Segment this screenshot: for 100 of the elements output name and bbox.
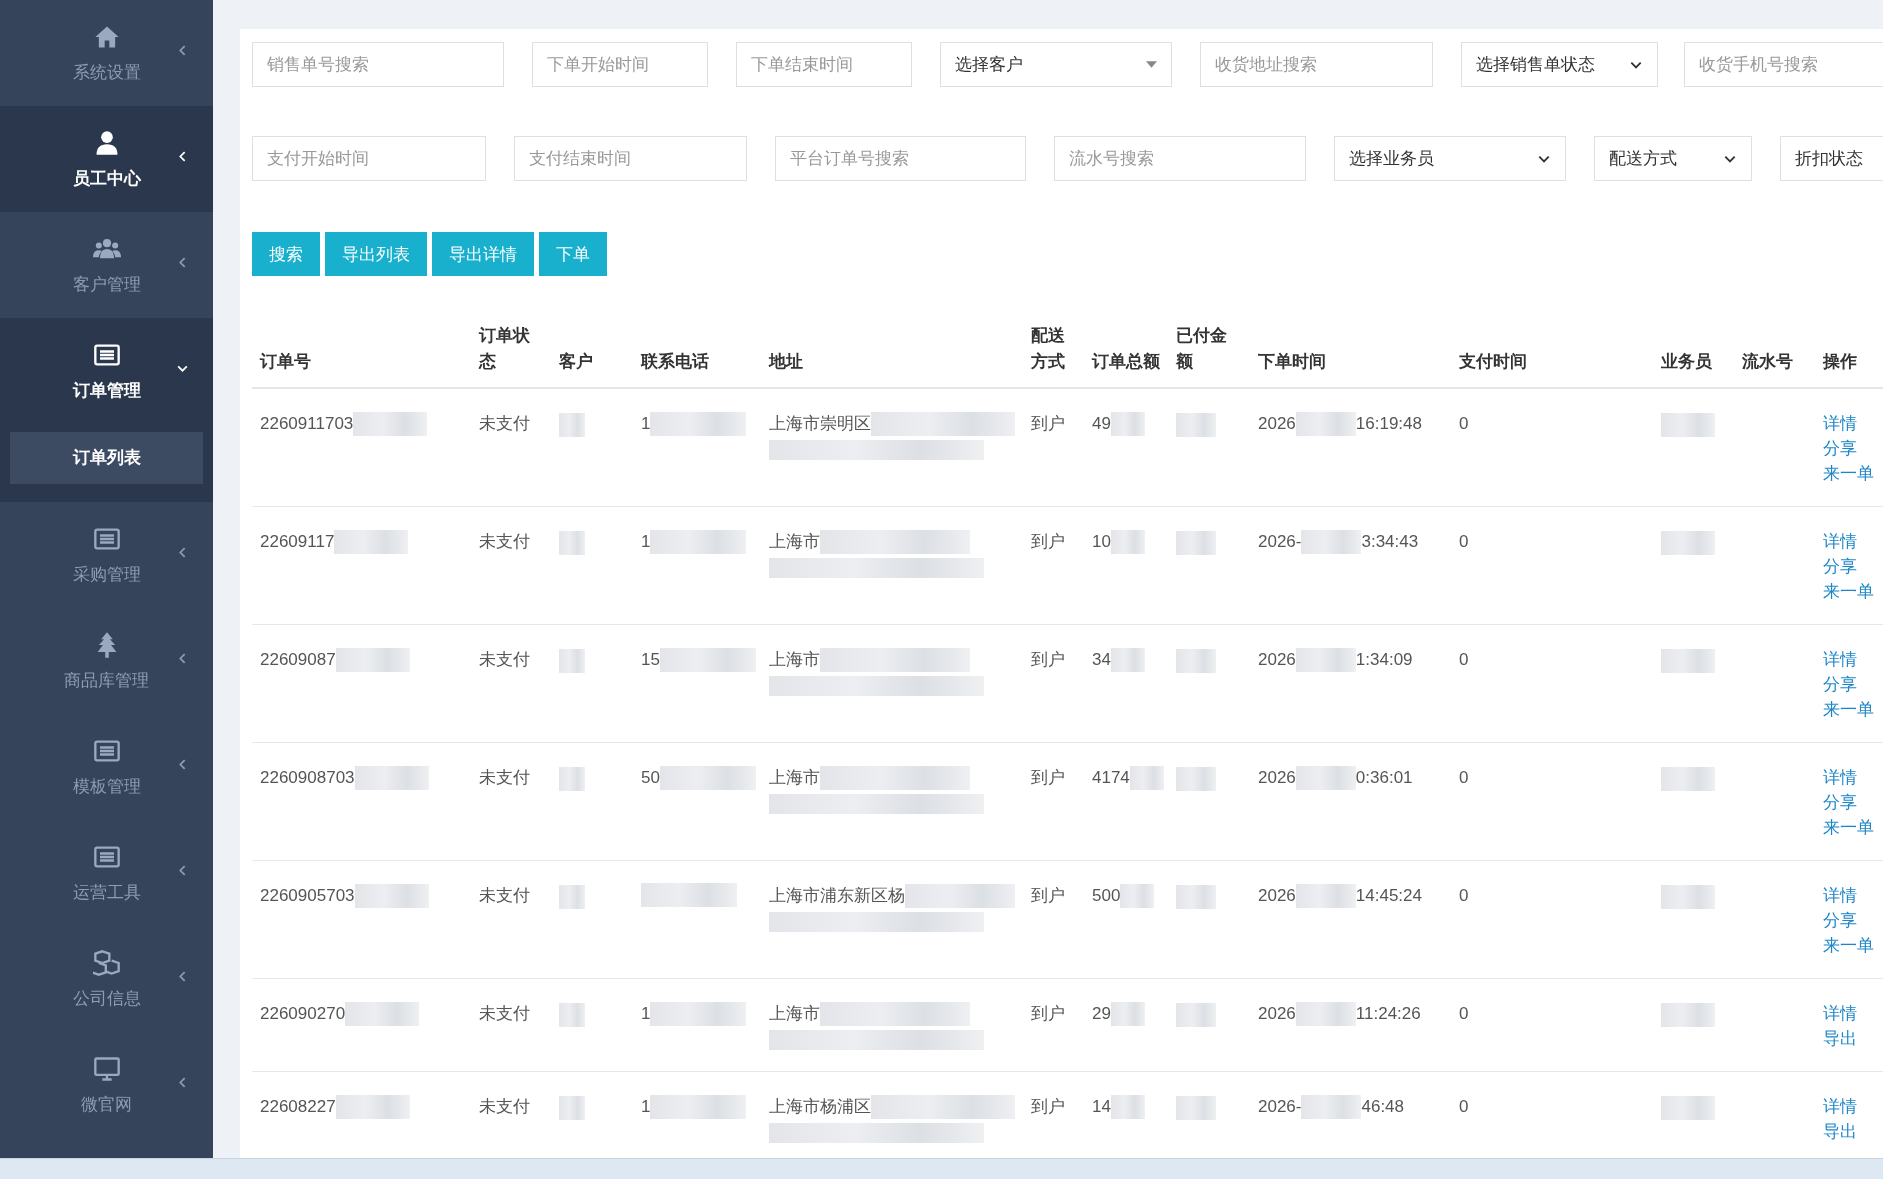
search-field[interactable]: 下单结束时间 xyxy=(736,42,912,87)
redacted-block xyxy=(1129,765,1164,790)
redacted-block xyxy=(1661,1095,1715,1120)
column-header: 配送方式 xyxy=(1031,326,1065,371)
action-button[interactable]: 搜索 xyxy=(252,232,320,276)
redacted-block xyxy=(559,412,585,437)
redacted-block xyxy=(559,648,585,673)
redacted-block xyxy=(1295,647,1356,672)
table-cell: 未支付 xyxy=(479,650,530,669)
action-link[interactable]: 分享 xyxy=(1823,790,1883,815)
table-cell-text: 2026 xyxy=(1258,767,1296,789)
sidebar-item[interactable]: 订单管理 xyxy=(0,318,213,424)
action-link[interactable]: 来一单 xyxy=(1823,697,1883,722)
action-link[interactable]: 详情 xyxy=(1823,1001,1883,1026)
search-field[interactable]: 下单开始时间 xyxy=(532,42,708,87)
table-cell-text: 22609117 xyxy=(260,531,335,553)
table-cell-text: 2260911703 xyxy=(260,413,354,435)
table-cell: 0 xyxy=(1459,1097,1469,1116)
action-link[interactable]: 来一单 xyxy=(1823,579,1883,604)
table-cell: 未支付 xyxy=(479,532,530,551)
action-link[interactable]: 导出 xyxy=(1823,1026,1883,1051)
column-header: 订单号 xyxy=(260,352,311,371)
redacted-block xyxy=(1110,411,1145,436)
action-link[interactable]: 详情 xyxy=(1823,765,1883,790)
sidebar-subitem[interactable]: 订单列表 xyxy=(10,432,203,484)
table-cell: 0 xyxy=(1459,1004,1469,1023)
search-field[interactable]: 支付结束时间 xyxy=(514,136,747,181)
action-link[interactable]: 分享 xyxy=(1823,672,1883,697)
action-link[interactable]: 详情 xyxy=(1823,529,1883,554)
dropdown[interactable]: 配送方式 xyxy=(1594,136,1752,181)
sidebar-item[interactable]: 模板管理 xyxy=(0,714,213,820)
action-button[interactable]: 导出列表 xyxy=(325,232,427,276)
dropdown[interactable]: 选择客户 xyxy=(940,42,1172,87)
table-cell: 到户 xyxy=(1031,414,1065,433)
column-header: 流水号 xyxy=(1742,352,1793,371)
table-cell-text: 500 xyxy=(1092,885,1121,907)
table-cell-text: 2026 xyxy=(1258,885,1296,907)
search-field[interactable]: 收货手机号搜索 xyxy=(1684,42,1883,87)
table-cell-text: 22609087 xyxy=(260,649,336,671)
table-cell-text: 14:45:24 xyxy=(1355,885,1422,907)
dropdown[interactable]: 选择业务员 xyxy=(1334,136,1566,181)
sidebar-item[interactable]: 员工中心 xyxy=(0,106,213,212)
sidebar-item[interactable]: 微官网 xyxy=(0,1032,213,1138)
table-cell: 到户 xyxy=(1031,1097,1065,1116)
table-cell-text: 上海市 xyxy=(769,1003,820,1025)
search-field[interactable]: 支付开始时间 xyxy=(252,136,486,181)
dropdown[interactable]: 折扣状态 xyxy=(1780,136,1883,181)
table-cell-text: 上海市浦东新区杨 xyxy=(769,885,905,907)
action-link[interactable]: 详情 xyxy=(1823,883,1883,908)
table-cell-text: 2026 xyxy=(1258,649,1296,671)
redacted-block xyxy=(1661,530,1715,555)
table-cell-text: 50 xyxy=(641,767,660,789)
redacted-block xyxy=(559,884,585,909)
sidebar-item[interactable]: 公司信息 xyxy=(0,926,213,1032)
sidebar-item[interactable]: 商品库管理 xyxy=(0,608,213,714)
sidebar-item[interactable]: 客户管理 xyxy=(0,212,213,318)
column-header: 客户 xyxy=(559,352,593,371)
redacted-block xyxy=(1661,884,1715,909)
search-field[interactable]: 销售单号搜索 xyxy=(252,42,504,87)
action-link[interactable]: 来一单 xyxy=(1823,461,1883,486)
table-cell-text: 22608227 xyxy=(260,1096,336,1118)
table-cell: 到户 xyxy=(1031,886,1065,905)
redacted-block xyxy=(1661,1002,1715,1027)
action-link[interactable]: 详情 xyxy=(1823,411,1883,436)
action-link[interactable]: 详情 xyxy=(1823,1094,1883,1119)
table-cell-text: 11:24:26 xyxy=(1355,1003,1421,1025)
dropdown[interactable]: 选择销售单状态 xyxy=(1461,42,1658,87)
table-cell-text: 29 xyxy=(1092,1003,1111,1025)
redacted-block xyxy=(559,1002,585,1027)
action-button[interactable]: 导出详情 xyxy=(432,232,534,276)
action-link[interactable]: 分享 xyxy=(1823,908,1883,933)
action-link[interactable]: 来一单 xyxy=(1823,815,1883,840)
search-field[interactable]: 平台订单号搜索 xyxy=(775,136,1026,181)
sidebar-item[interactable]: 采购管理 xyxy=(0,502,213,608)
search-field[interactable]: 流水号搜索 xyxy=(1054,136,1306,181)
table-cell-text: 1 xyxy=(641,1096,651,1118)
redacted-block xyxy=(1176,530,1216,555)
action-link[interactable]: 分享 xyxy=(1823,436,1883,461)
action-button[interactable]: 下单 xyxy=(539,232,607,276)
redacted-block xyxy=(1661,412,1715,437)
redacted-block xyxy=(1301,1094,1362,1119)
sidebar-item[interactable]: 运营工具 xyxy=(0,820,213,926)
action-link[interactable]: 来一单 xyxy=(1823,933,1883,958)
table-cell-text: 0:36:01 xyxy=(1355,767,1413,789)
action-link[interactable]: 分享 xyxy=(1823,554,1883,579)
table-cell-text: 3:34:43 xyxy=(1361,531,1419,553)
action-link[interactable]: 导出 xyxy=(1823,1119,1883,1144)
table-cell-text: 1 xyxy=(641,531,651,553)
redacted-block xyxy=(1110,529,1145,554)
table-cell: 未支付 xyxy=(479,1004,530,1023)
sidebar-item[interactable]: 系统设置 xyxy=(0,0,213,106)
redacted-block xyxy=(559,1095,585,1120)
search-field[interactable]: 收货地址搜索 xyxy=(1200,42,1433,87)
action-link[interactable]: 详情 xyxy=(1823,647,1883,672)
redacted-block xyxy=(1176,648,1216,673)
table-cell-text: 2026 xyxy=(1258,1003,1296,1025)
column-header: 订单总额 xyxy=(1092,352,1160,371)
table-cell: 0 xyxy=(1459,414,1469,433)
redacted-block xyxy=(1176,1002,1216,1027)
table-cell: 未支付 xyxy=(479,1097,530,1116)
